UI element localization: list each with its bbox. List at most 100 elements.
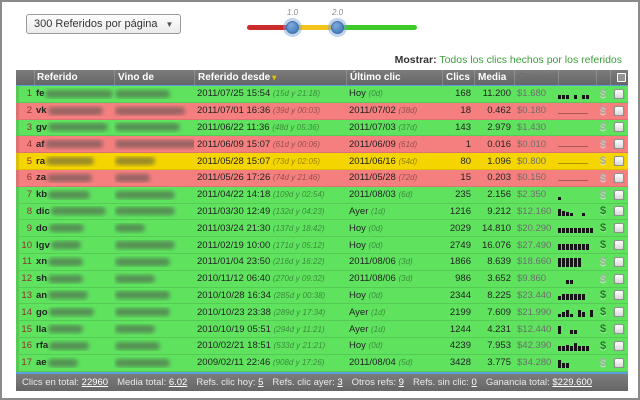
dollar-icon[interactable]: $	[596, 357, 610, 369]
referido-desde-value: 2010/02/21 18:51 (533d y 21:21)	[197, 340, 326, 352]
totals-bar: Clics en total: 22960 Media total: 6.02 Re…	[16, 373, 628, 391]
dollar-icon[interactable]: $	[596, 172, 610, 184]
checkbox-icon[interactable]	[614, 273, 624, 284]
header-media[interactable]: Media	[474, 70, 514, 85]
checkbox-icon[interactable]	[614, 105, 624, 116]
row-checkbox[interactable]	[610, 223, 628, 234]
row-number: 14	[21, 306, 32, 318]
checkbox-icon[interactable]	[614, 88, 624, 99]
checkbox-icon[interactable]	[614, 223, 624, 234]
vino-de-value	[114, 307, 194, 318]
row-checkbox[interactable]	[610, 290, 628, 301]
checkbox-icon[interactable]	[616, 73, 626, 82]
ganancia-value: $27.490	[517, 239, 552, 251]
ganancia-value: $34.280	[517, 357, 552, 369]
table-row: 6 za 2011/05/26 17:26 (74d y 21:46) 2011…	[16, 169, 628, 187]
row-checkbox[interactable]	[610, 105, 628, 116]
referido-desde-value: 2011/06/09 15:07 (61d y 00:06)	[197, 138, 321, 150]
referido-name: rfa	[34, 340, 114, 351]
total-stat-value[interactable]: 3	[337, 377, 342, 388]
checkbox-icon[interactable]	[614, 172, 624, 183]
dollar-icon[interactable]: $	[596, 205, 610, 217]
ganancia-value: $12.440	[517, 323, 552, 335]
referido-desde-value: 2011/05/28 15:07 (73d y 02:05)	[197, 155, 321, 167]
row-checkbox[interactable]	[610, 324, 628, 335]
checkbox-icon[interactable]	[614, 256, 624, 267]
total-stat-value[interactable]: 9	[399, 377, 404, 388]
row-checkbox[interactable]	[610, 340, 628, 351]
checkbox-icon[interactable]	[614, 139, 624, 150]
dollar-icon[interactable]: $	[596, 323, 610, 335]
total-stat: Clics en total: 22960	[22, 376, 109, 388]
ultimo-clic-value: Hoy (0d)	[349, 239, 383, 251]
checkbox-icon[interactable]	[614, 324, 624, 335]
checkbox-icon[interactable]	[614, 340, 624, 351]
ganancia-value: $0.800	[517, 155, 547, 167]
dollar-icon[interactable]: $	[596, 256, 610, 268]
per-page-select[interactable]: 300 Referidos por página ▼	[26, 14, 182, 34]
checkbox-icon[interactable]	[614, 290, 624, 301]
referido-name: sh	[34, 273, 114, 284]
checkbox-icon[interactable]	[614, 122, 624, 133]
row-checkbox[interactable]	[610, 122, 628, 133]
media-value: 7.609	[487, 306, 511, 318]
dollar-icon[interactable]: $	[596, 239, 610, 251]
row-checkbox[interactable]	[610, 256, 628, 267]
mostrar-filter-link[interactable]: Todos los clics hechos por los referidos	[439, 54, 622, 66]
clics-value: 15	[460, 172, 471, 184]
checkbox-icon[interactable]	[614, 206, 624, 217]
row-checkbox[interactable]	[610, 273, 628, 284]
checkbox-icon[interactable]	[614, 307, 624, 318]
dollar-icon[interactable]: $	[596, 105, 610, 117]
dollar-icon[interactable]: $	[596, 273, 610, 285]
header-referido[interactable]: Referido	[34, 70, 114, 85]
row-checkbox[interactable]	[610, 88, 628, 99]
row-checkbox[interactable]	[610, 189, 628, 200]
dollar-icon[interactable]: $	[596, 121, 610, 133]
total-stat-value[interactable]: 22960	[82, 377, 108, 388]
header-vino-de[interactable]: Vino de	[114, 70, 194, 85]
header-referido-desde[interactable]: Referido desde ▾	[194, 70, 346, 85]
redacted-name	[47, 358, 78, 367]
header-ganancia[interactable]: Ganancia	[514, 70, 558, 85]
header-ultimo-clic[interactable]: Último clic	[346, 70, 442, 85]
dollar-icon[interactable]: $	[596, 289, 610, 301]
dollar-icon[interactable]: $	[596, 88, 610, 100]
dollar-icon[interactable]: $	[596, 340, 610, 352]
clics-value: 2749	[449, 239, 471, 251]
referido-name: ae	[34, 357, 114, 368]
ganancia-value: $0.150	[517, 172, 547, 184]
row-checkbox[interactable]	[610, 139, 628, 150]
total-stat-value[interactable]: $229.600	[552, 377, 592, 388]
dollar-icon[interactable]: $	[596, 155, 610, 167]
row-checkbox[interactable]	[610, 172, 628, 183]
referido-desde-value: 2011/07/25 15:54 (15d y 21:18)	[197, 88, 321, 100]
header-clics[interactable]: Clics	[442, 70, 474, 85]
total-stat-value[interactable]: 5	[258, 377, 263, 388]
row-checkbox[interactable]	[610, 156, 628, 167]
slider-handle-low[interactable]	[286, 21, 299, 34]
total-stat-value[interactable]: 0	[472, 377, 477, 388]
checkbox-icon[interactable]	[614, 240, 624, 251]
redacted-origin	[115, 358, 170, 367]
slider-handle-high[interactable]	[331, 21, 344, 34]
row-checkbox[interactable]	[610, 240, 628, 251]
checkbox-icon[interactable]	[614, 156, 624, 167]
row-checkbox[interactable]	[610, 307, 628, 318]
select-all-checkbox[interactable]	[610, 70, 628, 85]
row-checkbox[interactable]	[610, 357, 628, 368]
checkbox-icon[interactable]	[614, 357, 624, 368]
dollar-icon[interactable]: $	[596, 222, 610, 234]
dollar-icon[interactable]: $	[596, 189, 610, 201]
activity-sparkline	[558, 86, 596, 102]
checkbox-icon[interactable]	[614, 189, 624, 200]
row-checkbox[interactable]	[610, 206, 628, 217]
dollar-icon[interactable]: $	[596, 138, 610, 150]
activity-sparkline	[558, 355, 596, 371]
ultimo-clic-value: 2011/06/16 (54d)	[349, 155, 418, 167]
redacted-origin	[115, 224, 145, 233]
total-stat-value[interactable]: 6.02	[169, 377, 188, 388]
dollar-icon[interactable]: $	[596, 306, 610, 318]
activity-sparkline	[558, 103, 596, 119]
clics-value: 143	[455, 121, 471, 133]
